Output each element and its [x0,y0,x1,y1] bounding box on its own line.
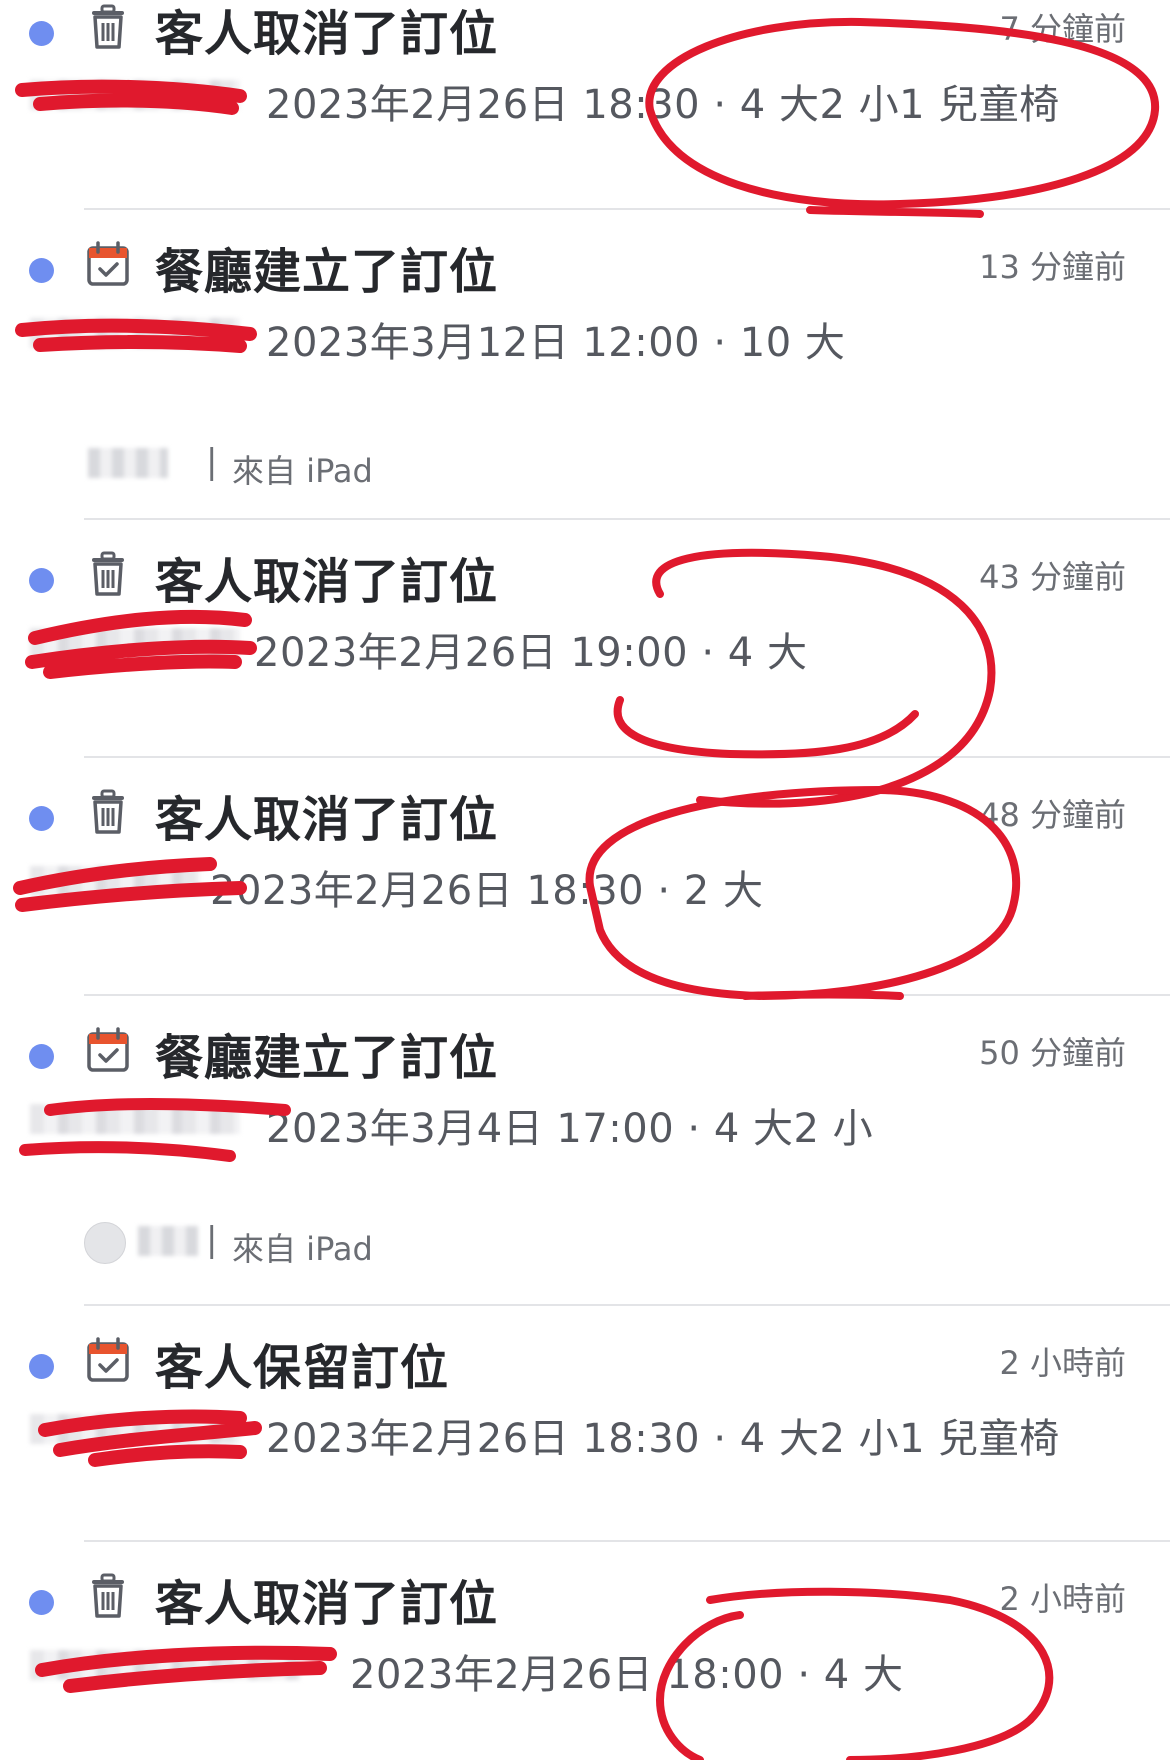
activity-title: 客人保留訂位 [155,1340,450,1396]
activity-item[interactable]: 客人取消了訂位 2 小時前 2023年2月26日 18:00 · 4 大 [0,1542,1170,1760]
unread-dot [29,568,54,593]
calendar-check-icon [84,240,132,288]
created-by: | 來自 iPad [84,438,484,490]
guest-name-redacted [30,1414,240,1444]
unread-dot [29,806,54,831]
reservation-detail: 2023年2月26日 18:00 · 4 大 [350,1652,904,1698]
trash-icon [84,550,132,598]
activity-time: 50 分鐘前 [979,1034,1126,1072]
trash-icon [84,1572,132,1620]
unread-dot [29,21,54,46]
guest-name-redacted [30,866,200,896]
activity-time: 2 小時前 [999,1344,1126,1382]
reservation-detail: 2023年3月12日 12:00 · 10 大 [266,320,846,366]
staff-name-redacted [88,448,168,478]
unread-dot [29,1044,54,1069]
reservation-detail: 2023年3月4日 17:00 · 4 大2 小 [266,1106,874,1152]
unread-dot [29,1590,54,1615]
calendar-check-icon [84,1026,132,1074]
activity-feed: 客人取消了訂位 7 分鐘前 2023年2月26日 18:30 · 4 大2 小1… [0,0,1170,1760]
staff-name-redacted [138,1226,198,1256]
reservation-detail: 2023年2月26日 18:30 · 4 大2 小1 兒童椅 [266,82,1060,128]
activity-time: 2 小時前 [999,1580,1126,1618]
calendar-check-icon [84,1336,132,1384]
reservation-detail: 2023年2月26日 19:00 · 4 大 [254,630,808,676]
created-by: | 來自 iPad [84,1216,484,1268]
guest-name-redacted [30,1650,300,1680]
guest-name-redacted [30,628,240,658]
trash-icon [84,3,132,51]
activity-item[interactable]: 餐廳建立了訂位 13 分鐘前 2023年3月12日 12:00 · 10 大 |… [0,210,1170,520]
activity-item[interactable]: 客人保留訂位 2 小時前 2023年2月26日 18:30 · 4 大2 小1 … [0,1306,1170,1542]
source-label: 來自 iPad [232,1230,373,1268]
reservation-detail: 2023年2月26日 18:30 · 2 大 [210,868,764,914]
separator: | [206,1220,218,1260]
unread-dot [29,258,54,283]
activity-item[interactable]: 客人取消了訂位 43 分鐘前 2023年2月26日 19:00 · 4 大 [0,520,1170,758]
activity-time: 43 分鐘前 [979,558,1126,596]
guest-name-redacted [30,80,240,110]
activity-title: 客人取消了訂位 [155,554,499,610]
activity-item[interactable]: 客人取消了訂位 7 分鐘前 2023年2月26日 18:30 · 4 大2 小1… [0,0,1170,210]
activity-title: 客人取消了訂位 [155,6,499,62]
activity-title: 客人取消了訂位 [155,1576,499,1632]
activity-item[interactable]: 客人取消了訂位 48 分鐘前 2023年2月26日 18:30 · 2 大 [0,758,1170,996]
trash-icon [84,788,132,836]
activity-title: 餐廳建立了訂位 [155,244,499,300]
activity-time: 13 分鐘前 [979,248,1126,286]
separator: | [206,442,218,482]
activity-item[interactable]: 餐廳建立了訂位 50 分鐘前 2023年3月4日 17:00 · 4 大2 小 … [0,996,1170,1306]
staff-avatar [84,1222,126,1264]
activity-time: 7 分鐘前 [999,10,1126,48]
guest-name-redacted [30,1104,240,1134]
unread-dot [29,1354,54,1379]
guest-name-redacted [30,318,240,348]
activity-title: 餐廳建立了訂位 [155,1030,499,1086]
activity-time: 48 分鐘前 [979,796,1126,834]
reservation-detail: 2023年2月26日 18:30 · 4 大2 小1 兒童椅 [266,1416,1060,1462]
activity-title: 客人取消了訂位 [155,792,499,848]
source-label: 來自 iPad [232,452,373,490]
